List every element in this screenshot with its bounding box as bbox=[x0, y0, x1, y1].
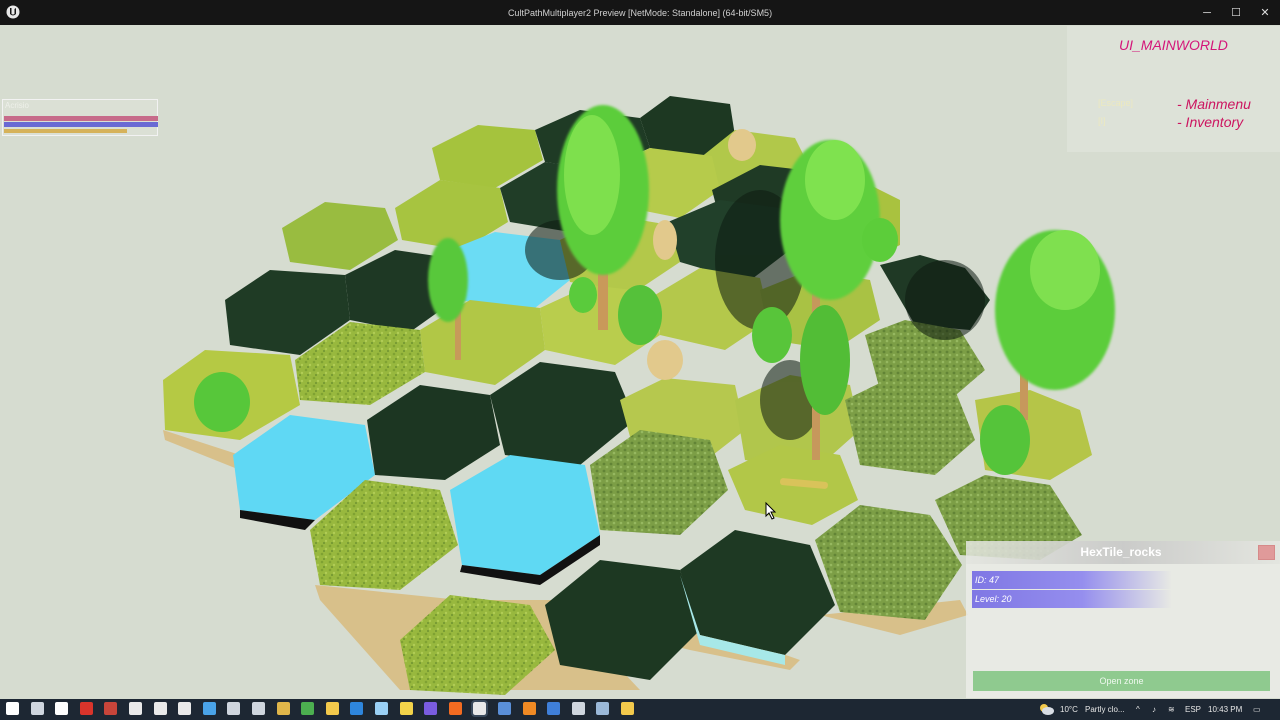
windows-taskbar: 10°C Partly clo... ^ ♪ ≋ ESP 10:43 PM ▭ bbox=[0, 699, 1280, 720]
tile-panel-header: HexTile_rocks bbox=[966, 541, 1280, 564]
mainmenu-hint-item[interactable]: - Mainmenu bbox=[1177, 96, 1251, 112]
network-icon[interactable]: ≋ bbox=[1168, 705, 1175, 714]
chrome2-icon[interactable] bbox=[301, 702, 315, 715]
inventory-key-hint: [I] bbox=[1098, 116, 1106, 126]
brave-icon[interactable] bbox=[448, 702, 462, 715]
maximize-button[interactable]: ☐ bbox=[1221, 0, 1251, 25]
bush bbox=[194, 372, 250, 432]
close-panel-button[interactable] bbox=[1258, 545, 1275, 560]
notification-icon[interactable]: ▭ bbox=[1253, 705, 1261, 714]
sticky-note-icon[interactable] bbox=[399, 702, 413, 715]
notes-icon[interactable] bbox=[375, 702, 388, 715]
app-purple-icon[interactable] bbox=[424, 702, 438, 715]
tile-id-label: ID: 47 bbox=[975, 575, 1000, 585]
health-bar bbox=[4, 116, 158, 121]
chrome-icon[interactable] bbox=[276, 702, 290, 715]
main-world-widget-panel: UI_MAINWORLD [Escape] [I] - Mainmenu - I… bbox=[1067, 26, 1280, 152]
code-icon[interactable] bbox=[227, 702, 241, 715]
monitor-icon[interactable] bbox=[202, 702, 216, 715]
search-icon[interactable] bbox=[30, 702, 44, 715]
hex-tile-info-panel: HexTile_rocks ID: 47 Level: 20 Open zone bbox=[966, 541, 1280, 698]
tile-level-row: Level: 20 bbox=[972, 590, 1172, 608]
player-status-widget: Acrisio bbox=[2, 99, 158, 136]
inventory-hint-item[interactable]: - Inventory bbox=[1177, 114, 1243, 130]
edge-icon[interactable] bbox=[350, 702, 364, 715]
github-icon[interactable] bbox=[571, 702, 585, 715]
escape-key-hint: [Escape] bbox=[1098, 98, 1134, 108]
chrome3-icon[interactable] bbox=[325, 702, 339, 715]
steam-icon[interactable] bbox=[596, 702, 610, 715]
window-title: CultPathMultiplayer2 Preview [NetMode: S… bbox=[507, 8, 773, 18]
tile-level-label: Level: 20 bbox=[975, 594, 1012, 604]
app-red-icon[interactable] bbox=[79, 702, 93, 715]
weather-text[interactable]: Partly clo... bbox=[1085, 705, 1125, 714]
hex-tile-dense-grass[interactable] bbox=[845, 378, 975, 475]
windows-start-icon[interactable] bbox=[6, 702, 19, 715]
chevron-up-icon[interactable]: ^ bbox=[1136, 705, 1140, 714]
tile-id-row: ID: 47 bbox=[972, 571, 1172, 589]
unreal-icon[interactable] bbox=[129, 702, 142, 715]
player-name: Acrisio bbox=[5, 101, 30, 110]
minimize-button[interactable]: ─ bbox=[1192, 0, 1222, 25]
folder-icon[interactable] bbox=[621, 702, 634, 715]
open-zone-button[interactable]: Open zone bbox=[973, 671, 1270, 691]
close-window-button[interactable]: ✕ bbox=[1250, 0, 1280, 25]
app-red2-icon[interactable] bbox=[104, 702, 118, 715]
mana-bar bbox=[4, 122, 158, 127]
tree[interactable] bbox=[862, 218, 898, 262]
language-indicator[interactable]: ESP bbox=[1185, 705, 1201, 714]
speaker-icon[interactable]: ♪ bbox=[1152, 705, 1156, 714]
unreal-active-icon[interactable] bbox=[471, 700, 489, 717]
window-titlebar[interactable]: CultPathMultiplayer2 Preview [NetMode: S… bbox=[0, 0, 1280, 25]
mail-icon[interactable] bbox=[498, 702, 511, 715]
unreal2-icon[interactable] bbox=[153, 702, 167, 715]
stamina-bar bbox=[4, 129, 128, 133]
hex-tile-forest[interactable] bbox=[367, 385, 500, 480]
tile-name: HexTile_rocks bbox=[1080, 545, 1162, 559]
hex-tile-dense-grass[interactable] bbox=[590, 430, 728, 535]
widget-name-label: UI_MAINWORLD bbox=[1119, 37, 1228, 53]
clock[interactable]: 10:43 PM bbox=[1208, 705, 1242, 714]
task-view-icon[interactable] bbox=[55, 702, 69, 715]
terminal-icon[interactable] bbox=[252, 702, 265, 715]
app-blue-icon[interactable] bbox=[547, 702, 561, 715]
blender-icon[interactable] bbox=[522, 702, 536, 715]
game-window: CultPathMultiplayer2 Preview [NetMode: S… bbox=[0, 0, 1280, 720]
weather-icon[interactable] bbox=[1038, 702, 1054, 716]
unreal3-icon[interactable] bbox=[178, 702, 192, 715]
hex-tile-forest[interactable] bbox=[545, 560, 700, 680]
weather-temp[interactable]: 10°C bbox=[1060, 705, 1078, 714]
